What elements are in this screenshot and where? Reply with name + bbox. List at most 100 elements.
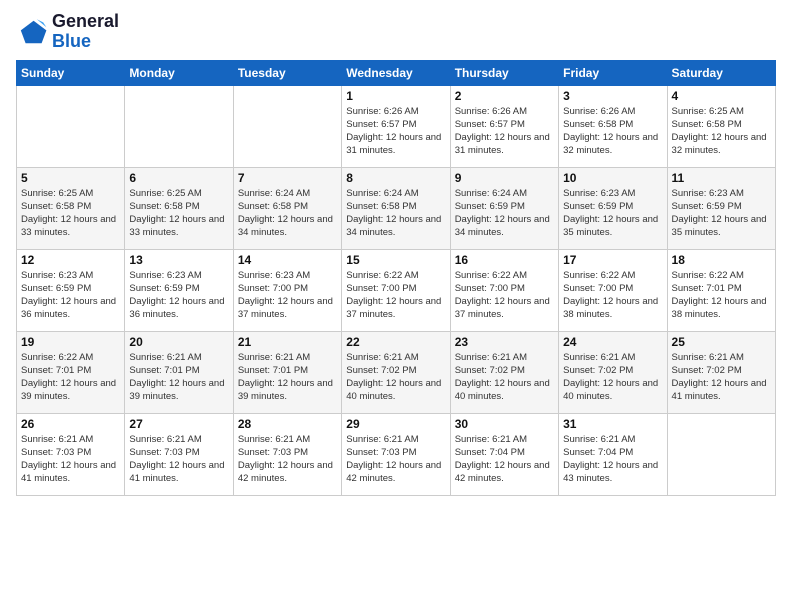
calendar-cell: 17 Sunrise: 6:22 AM Sunset: 7:00 PM Dayli…	[559, 249, 667, 331]
calendar-cell: 29 Sunrise: 6:21 AM Sunset: 7:03 PM Dayli…	[342, 413, 450, 495]
weekday-monday: Monday	[125, 60, 233, 85]
day-number: 1	[346, 89, 445, 103]
day-info: Sunrise: 6:26 AM Sunset: 6:57 PM Dayligh…	[346, 105, 445, 158]
weekday-tuesday: Tuesday	[233, 60, 341, 85]
logo: General Blue	[16, 12, 119, 52]
day-number: 20	[129, 335, 228, 349]
day-number: 12	[21, 253, 120, 267]
day-info: Sunrise: 6:24 AM Sunset: 6:58 PM Dayligh…	[238, 187, 337, 240]
calendar-cell: 8 Sunrise: 6:24 AM Sunset: 6:58 PM Daylig…	[342, 167, 450, 249]
calendar-cell: 1 Sunrise: 6:26 AM Sunset: 6:57 PM Daylig…	[342, 85, 450, 167]
day-number: 31	[563, 417, 662, 431]
day-number: 18	[672, 253, 771, 267]
day-info: Sunrise: 6:21 AM Sunset: 7:01 PM Dayligh…	[129, 351, 228, 404]
calendar-cell: 10 Sunrise: 6:23 AM Sunset: 6:59 PM Dayli…	[559, 167, 667, 249]
day-info: Sunrise: 6:26 AM Sunset: 6:58 PM Dayligh…	[563, 105, 662, 158]
day-number: 28	[238, 417, 337, 431]
day-number: 30	[455, 417, 554, 431]
day-info: Sunrise: 6:21 AM Sunset: 7:01 PM Dayligh…	[238, 351, 337, 404]
day-info: Sunrise: 6:21 AM Sunset: 7:02 PM Dayligh…	[346, 351, 445, 404]
calendar-cell: 13Sunrise: 6:23 AM Sunset: 6:59 PM Dayli…	[125, 249, 233, 331]
calendar-cell: 31Sunrise: 6:21 AM Sunset: 7:04 PM Dayli…	[559, 413, 667, 495]
day-info: Sunrise: 6:24 AM Sunset: 6:58 PM Dayligh…	[346, 187, 445, 240]
calendar-cell	[233, 85, 341, 167]
calendar-cell: 22 Sunrise: 6:21 AM Sunset: 7:02 PM Dayli…	[342, 331, 450, 413]
weekday-wednesday: Wednesday	[342, 60, 450, 85]
calendar-cell: 20 Sunrise: 6:21 AM Sunset: 7:01 PM Dayli…	[125, 331, 233, 413]
weekday-friday: Friday	[559, 60, 667, 85]
calendar-cell: 5 Sunrise: 6:25 AM Sunset: 6:58 PM Daylig…	[17, 167, 125, 249]
day-number: 3	[563, 89, 662, 103]
calendar-cell: 19 Sunrise: 6:22 AM Sunset: 7:01 PM Dayli…	[17, 331, 125, 413]
day-info: Sunrise: 6:25 AM Sunset: 6:58 PM Dayligh…	[129, 187, 228, 240]
weekday-sunday: Sunday	[17, 60, 125, 85]
calendar-week-5: 26 Sunrise: 6:21 AM Sunset: 7:03 PM Dayli…	[17, 413, 776, 495]
calendar-cell: 3 Sunrise: 6:26 AM Sunset: 6:58 PM Daylig…	[559, 85, 667, 167]
day-number: 8	[346, 171, 445, 185]
calendar-cell: 23Sunrise: 6:21 AM Sunset: 7:02 PM Dayli…	[450, 331, 558, 413]
logo-icon	[16, 16, 48, 48]
calendar-cell: 18Sunrise: 6:22 AM Sunset: 7:01 PM Dayli…	[667, 249, 775, 331]
day-number: 15	[346, 253, 445, 267]
calendar-week-4: 19 Sunrise: 6:22 AM Sunset: 7:01 PM Dayli…	[17, 331, 776, 413]
header: General Blue	[16, 12, 776, 52]
day-number: 17	[563, 253, 662, 267]
day-info: Sunrise: 6:23 AM Sunset: 6:59 PM Dayligh…	[563, 187, 662, 240]
day-number: 4	[672, 89, 771, 103]
day-number: 25	[672, 335, 771, 349]
calendar-cell: 12 Sunrise: 6:23 AM Sunset: 6:59 PM Dayli…	[17, 249, 125, 331]
day-info: Sunrise: 6:22 AM Sunset: 7:01 PM Dayligh…	[21, 351, 120, 404]
day-number: 21	[238, 335, 337, 349]
calendar-cell: 7 Sunrise: 6:24 AM Sunset: 6:58 PM Daylig…	[233, 167, 341, 249]
calendar-week-3: 12 Sunrise: 6:23 AM Sunset: 6:59 PM Dayli…	[17, 249, 776, 331]
calendar-cell: 15 Sunrise: 6:22 AM Sunset: 7:00 PM Dayli…	[342, 249, 450, 331]
day-number: 9	[455, 171, 554, 185]
day-number: 6	[129, 171, 228, 185]
calendar-cell: 25Sunrise: 6:21 AM Sunset: 7:02 PM Dayli…	[667, 331, 775, 413]
day-info: Sunrise: 6:25 AM Sunset: 6:58 PM Dayligh…	[21, 187, 120, 240]
day-number: 10	[563, 171, 662, 185]
calendar-cell: 6 Sunrise: 6:25 AM Sunset: 6:58 PM Daylig…	[125, 167, 233, 249]
calendar-cell: 2Sunrise: 6:26 AM Sunset: 6:57 PM Daylig…	[450, 85, 558, 167]
day-number: 5	[21, 171, 120, 185]
calendar-cell	[17, 85, 125, 167]
calendar-cell	[667, 413, 775, 495]
day-info: Sunrise: 6:22 AM Sunset: 7:00 PM Dayligh…	[455, 269, 554, 322]
day-info: Sunrise: 6:21 AM Sunset: 7:02 PM Dayligh…	[455, 351, 554, 404]
day-number: 19	[21, 335, 120, 349]
day-number: 27	[129, 417, 228, 431]
calendar-cell: 27 Sunrise: 6:21 AM Sunset: 7:03 PM Dayli…	[125, 413, 233, 495]
day-number: 2	[455, 89, 554, 103]
day-info: Sunrise: 6:21 AM Sunset: 7:03 PM Dayligh…	[21, 433, 120, 486]
calendar-cell: 16Sunrise: 6:22 AM Sunset: 7:00 PM Dayli…	[450, 249, 558, 331]
calendar-cell: 4 Sunrise: 6:25 AM Sunset: 6:58 PM Daylig…	[667, 85, 775, 167]
calendar-cell	[125, 85, 233, 167]
logo-text: General Blue	[52, 12, 119, 52]
day-info: Sunrise: 6:21 AM Sunset: 7:03 PM Dayligh…	[346, 433, 445, 486]
day-number: 11	[672, 171, 771, 185]
calendar-cell: 26 Sunrise: 6:21 AM Sunset: 7:03 PM Dayli…	[17, 413, 125, 495]
day-number: 14	[238, 253, 337, 267]
day-info: Sunrise: 6:22 AM Sunset: 7:00 PM Dayligh…	[563, 269, 662, 322]
day-number: 29	[346, 417, 445, 431]
day-number: 26	[21, 417, 120, 431]
day-info: Sunrise: 6:21 AM Sunset: 7:04 PM Dayligh…	[455, 433, 554, 486]
weekday-saturday: Saturday	[667, 60, 775, 85]
day-number: 7	[238, 171, 337, 185]
day-info: Sunrise: 6:25 AM Sunset: 6:58 PM Dayligh…	[672, 105, 771, 158]
weekday-thursday: Thursday	[450, 60, 558, 85]
day-number: 13	[129, 253, 228, 267]
day-number: 22	[346, 335, 445, 349]
calendar-cell: 9 Sunrise: 6:24 AM Sunset: 6:59 PM Daylig…	[450, 167, 558, 249]
calendar-cell: 21 Sunrise: 6:21 AM Sunset: 7:01 PM Dayli…	[233, 331, 341, 413]
day-info: Sunrise: 6:24 AM Sunset: 6:59 PM Dayligh…	[455, 187, 554, 240]
day-number: 24	[563, 335, 662, 349]
calendar-table: SundayMondayTuesdayWednesdayThursdayFrid…	[16, 60, 776, 496]
calendar-cell: 14Sunrise: 6:23 AM Sunset: 7:00 PM Dayli…	[233, 249, 341, 331]
weekday-header-row: SundayMondayTuesdayWednesdayThursdayFrid…	[17, 60, 776, 85]
day-info: Sunrise: 6:21 AM Sunset: 7:03 PM Dayligh…	[129, 433, 228, 486]
calendar-cell: 30 Sunrise: 6:21 AM Sunset: 7:04 PM Dayli…	[450, 413, 558, 495]
day-info: Sunrise: 6:22 AM Sunset: 7:00 PM Dayligh…	[346, 269, 445, 322]
page: General Blue SundayMondayTuesdayWednesda…	[0, 0, 792, 612]
day-info: Sunrise: 6:23 AM Sunset: 6:59 PM Dayligh…	[21, 269, 120, 322]
